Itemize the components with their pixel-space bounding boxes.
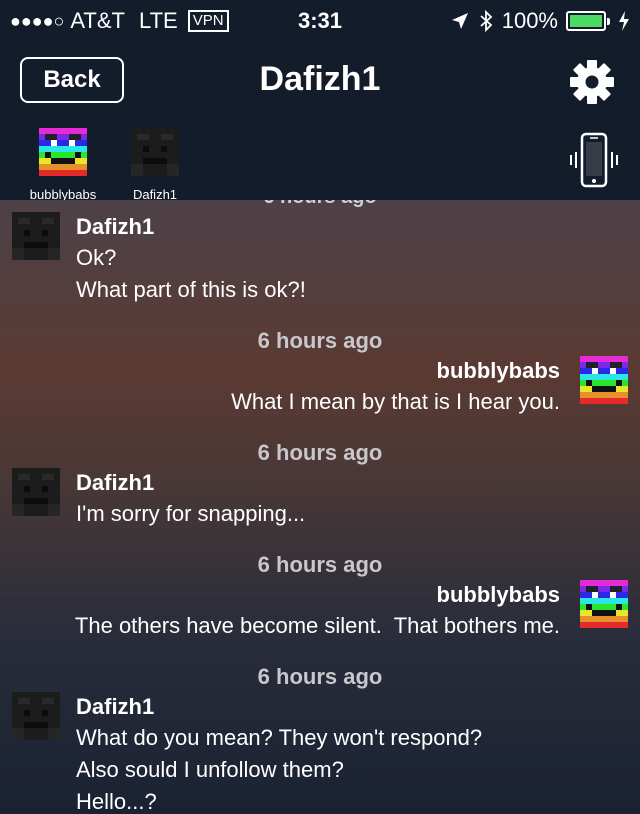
message-sender: Dafizh1 [76, 214, 155, 239]
bluetooth-icon [478, 9, 494, 33]
chat-thread[interactable]: 6 hours ago Dafizh1 Ok? What part of thi… [0, 200, 640, 814]
page-title: Dafizh1 [259, 60, 381, 98]
avatar [12, 692, 60, 740]
participant-dafizh1[interactable]: Dafizh1 [110, 128, 200, 202]
nav-bar: Back Dafizh1 [0, 44, 640, 120]
avatar [580, 356, 628, 404]
participant-bubblybabs[interactable]: bubblybabs [18, 128, 108, 202]
message-sender: Dafizh1 [76, 470, 155, 495]
timestamp: 6 hours ago [257, 552, 383, 577]
phone-vibrate-icon[interactable] [566, 130, 622, 190]
timestamp-cutoff: 6 hours ago [0, 200, 640, 209]
avatar [131, 128, 179, 176]
battery-percent: 100% [501, 8, 558, 33]
message-text: I'm sorry for snapping... [76, 501, 306, 526]
header-area: ●●●●○ AT&T LTE VPN 3:31 100% Back Dafizh… [0, 0, 640, 202]
message-sender: bubblybabs [436, 582, 560, 607]
timestamp: 6 hours ago [257, 328, 383, 353]
message-text: Also sould I unfollow them? [76, 757, 344, 782]
message-text: The others have become silent. That both… [74, 613, 560, 638]
avatar [39, 128, 87, 176]
avatar [12, 468, 60, 516]
avatar [580, 580, 628, 628]
charging-bolt-icon [618, 11, 630, 31]
message-text: What I mean by that is I hear you. [231, 389, 560, 414]
location-arrow-icon [450, 11, 470, 31]
status-bar: ●●●●○ AT&T LTE VPN 3:31 100% [0, 0, 640, 40]
message-text: What do you mean? They won't respond? [76, 725, 483, 750]
message-text: Ok? [76, 245, 117, 270]
avatar [12, 212, 60, 260]
message-text: What part of this is ok?! [76, 277, 306, 302]
message-sender: Dafizh1 [76, 694, 155, 719]
settings-gear-icon[interactable] [568, 58, 616, 106]
message-sender: bubblybabs [436, 358, 560, 383]
timestamp: 6 hours ago [257, 440, 383, 465]
timestamp: 6 hours ago [257, 664, 383, 689]
participants-bar: bubblybabs Dafizh1 [0, 124, 640, 202]
message-text: Hello...? [76, 789, 157, 814]
battery-icon [566, 11, 610, 31]
